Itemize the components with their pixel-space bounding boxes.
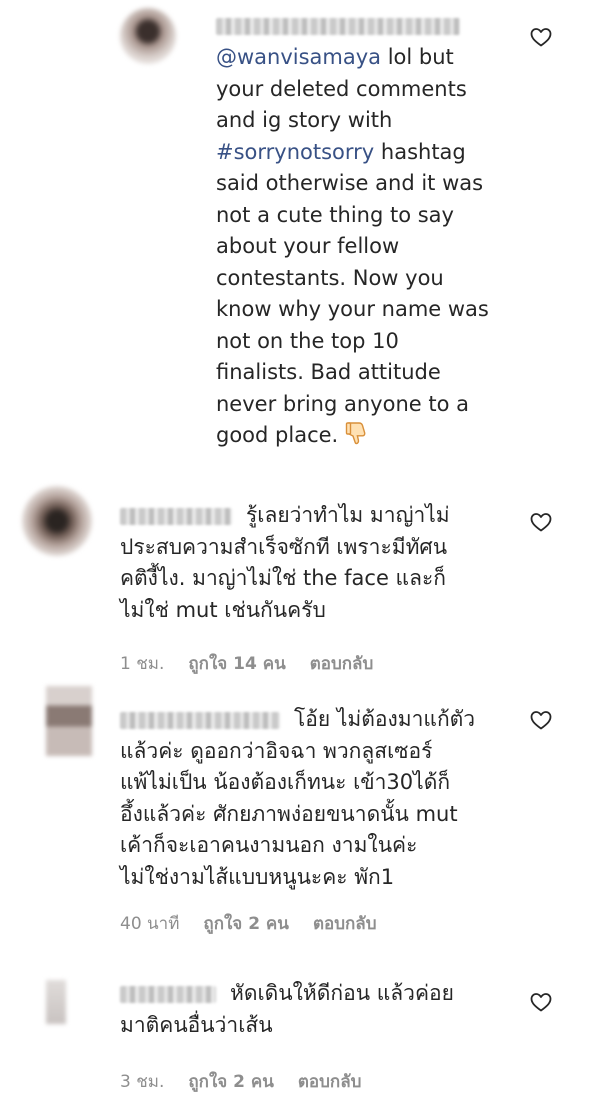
- avatar[interactable]: [46, 980, 66, 1024]
- likes-count[interactable]: ถูกใจ 2 คน: [203, 914, 289, 934]
- reply-button[interactable]: ตอบกลับ: [313, 914, 377, 934]
- comment-text: โอ้ย ไม่ต้องมาแก้ตัว แล้วค่ะ ดูออกว่าอิจ…: [120, 707, 476, 889]
- username-redacted[interactable]: [120, 711, 280, 729]
- avatar[interactable]: [22, 486, 92, 556]
- likes-count[interactable]: ถูกใจ 2 คน: [188, 1072, 274, 1092]
- hashtag-link[interactable]: #sorrynotsorry: [216, 140, 374, 164]
- comment-1: @wanvisamaya lol but your deleted commen…: [0, 0, 600, 470]
- thumbs-down-emoji-icon: [345, 420, 371, 446]
- username-redacted[interactable]: [120, 507, 232, 525]
- avatar[interactable]: [46, 686, 92, 756]
- username-redacted[interactable]: [216, 18, 460, 35]
- reply-button[interactable]: ตอบกลับ: [298, 1072, 362, 1092]
- username-redacted[interactable]: [120, 985, 216, 1003]
- like-heart-icon[interactable]: [529, 990, 553, 1014]
- like-heart-icon[interactable]: [529, 510, 553, 534]
- avatar[interactable]: [120, 8, 176, 64]
- comment-4: หัดเดินให้ดีก่อน แล้วค่อย มาติคนอื่นว่าเ…: [0, 950, 600, 1092]
- likes-count[interactable]: ถูกใจ 14 คน: [188, 654, 285, 674]
- comment-meta: 3 ชม. ถูกใจ 2 คน ตอบกลับ: [120, 1068, 385, 1095]
- comment-2: รู้เลยว่าทำไม มาญ่าไม่ ประสบความสำเร็จซั…: [0, 470, 600, 680]
- comment-text: @wanvisamaya lol but your deleted commen…: [216, 45, 489, 447]
- comment-meta: 40 นาที ถูกใจ 2 คน ตอบกลับ: [120, 910, 400, 937]
- like-heart-icon[interactable]: [529, 708, 553, 732]
- comment-meta: 1 ชม. ถูกใจ 14 คน ตอบกลับ: [120, 650, 397, 677]
- reply-button[interactable]: ตอบกลับ: [310, 654, 374, 674]
- comment-text: หัดเดินให้ดีก่อน แล้วค่อย มาติคนอื่นว่าเ…: [120, 981, 454, 1037]
- timestamp: 3 ชม.: [120, 1072, 165, 1092]
- timestamp: 1 ชม.: [120, 654, 165, 674]
- timestamp: 40 นาที: [120, 914, 180, 934]
- like-heart-icon[interactable]: [529, 25, 553, 49]
- comment-text: รู้เลยว่าทำไม มาญ่าไม่ ประสบความสำเร็จซั…: [120, 503, 450, 622]
- comment-3: โอ้ย ไม่ต้องมาแก้ตัว แล้วค่ะ ดูออกว่าอิจ…: [0, 680, 600, 950]
- mention-link[interactable]: @wanvisamaya: [216, 45, 381, 69]
